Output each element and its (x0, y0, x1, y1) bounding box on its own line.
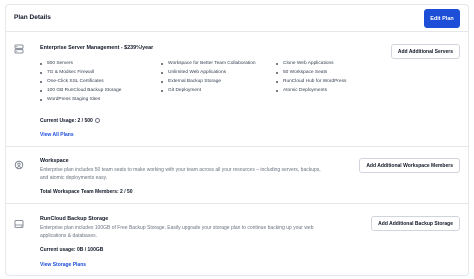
bullet-icon (161, 89, 163, 92)
add-additional-servers-button[interactable]: Add Additional Servers (390, 44, 460, 59)
feature-item: Clone Web Applications (276, 59, 346, 68)
feature-column-3: Clone Web Applications 50 Workspace Seat… (276, 59, 346, 95)
bullet-icon (161, 71, 163, 74)
card-header: Plan Details Edit Plan (6, 5, 468, 32)
server-plan-title: Enterprise Server Management - $239⅔/yea… (40, 45, 154, 51)
feature-column-1: 500 Servers 7G & Modsec Firewall One-Cli… (40, 59, 121, 104)
feature-item: 50 Workspace Seats (276, 68, 346, 77)
bullet-icon (276, 62, 278, 65)
bullet-icon (40, 98, 42, 101)
page-title: Plan Details (14, 14, 51, 21)
bullet-icon (40, 71, 42, 74)
edit-plan-button[interactable]: Edit Plan (424, 9, 460, 28)
bullet-icon (40, 62, 42, 65)
bullet-icon (276, 80, 278, 83)
feature-item: One-Click SSL Certificates (40, 77, 121, 86)
feature-item: Unlimited Web Applications (161, 68, 256, 77)
feature-item: Workspace for Better Team Collaboration (161, 59, 256, 68)
bullet-icon (161, 62, 163, 65)
bullet-icon (276, 89, 278, 92)
plan-details-card: Plan Details Edit Plan Enterprise Server… (5, 4, 469, 276)
workspace-total-members: Total Workspace Team Members: 2 / 50 (40, 189, 133, 195)
feature-item: External Backup Storage (161, 77, 256, 86)
bullet-icon (276, 71, 278, 74)
backup-storage-section: RunCloud Backup Storage Enterprise plan … (6, 204, 468, 276)
workspace-section: Workspace Enterprise plan includes 50 te… (6, 147, 468, 204)
feature-item: 7G & Modsec Firewall (40, 68, 121, 77)
feature-item: 100 GB RunCloud Backup Storage (40, 86, 121, 95)
backup-usage: Current usage: 0B / 100GB (40, 247, 104, 253)
view-storage-plans-link[interactable]: View Storage Plans (40, 262, 86, 268)
feature-item: Git Deployment (161, 86, 256, 95)
workspace-icon (14, 160, 24, 170)
feature-column-2: Workspace for Better Team Collaboration … (161, 59, 256, 95)
add-backup-storage-button[interactable]: Add Additional Backup Storage (371, 216, 460, 231)
storage-icon (14, 219, 24, 229)
feature-item: WordPress Staging Sites (40, 95, 121, 104)
backup-storage-description: Enterprise plan includes 100GB of Free B… (40, 225, 314, 239)
feature-item: RunCloud Hub for WordPress (276, 77, 346, 86)
backup-storage-title: RunCloud Backup Storage (40, 216, 109, 222)
feature-item: Atomic Deployments (276, 86, 346, 95)
bullet-icon (40, 80, 42, 83)
server-icon (14, 44, 24, 54)
feature-item: 500 Servers (40, 59, 121, 68)
server-plan-section: Enterprise Server Management - $239⅔/yea… (6, 33, 468, 147)
workspace-description: Enterprise plan includes 50 team seats t… (40, 167, 321, 181)
info-icon[interactable] (94, 117, 100, 123)
add-workspace-members-button[interactable]: Add Additional Workspace Members (359, 158, 460, 173)
bullet-icon (161, 80, 163, 83)
server-usage: Current Usage: 2 / 500 (40, 117, 100, 124)
workspace-title: Workspace (40, 158, 69, 164)
bullet-icon (40, 89, 42, 92)
view-all-plans-link[interactable]: View All Plans (40, 132, 74, 138)
